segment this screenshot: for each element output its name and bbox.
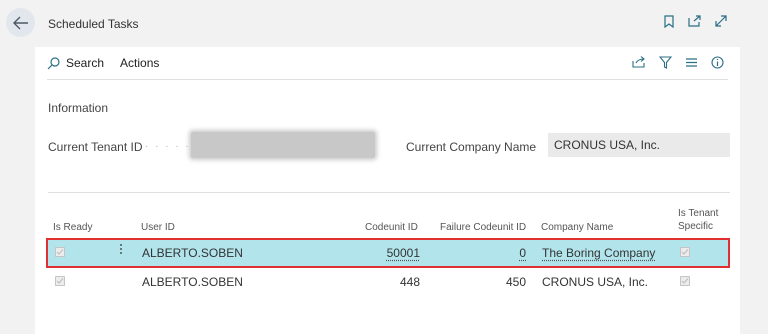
actions-menu-button[interactable]: Actions	[120, 56, 159, 70]
section-divider	[48, 192, 730, 193]
is-ready-checkbox[interactable]	[55, 276, 65, 286]
codeunit-id-cell[interactable]: 448	[378, 275, 420, 289]
is-ready-checkbox[interactable]	[55, 247, 65, 257]
search-button[interactable]: Search	[47, 56, 104, 70]
back-button[interactable]	[6, 8, 35, 37]
tenant-id-label: Current Tenant ID	[48, 140, 143, 154]
action-bar: Search Actions	[47, 47, 728, 80]
col-header-is-ready[interactable]: Is Ready	[53, 221, 92, 234]
failure-codeunit-id-cell[interactable]: 450	[478, 275, 526, 289]
table-row[interactable]: ALBERTO.SOBEN 448 450 CRONUS USA, Inc.	[48, 269, 728, 295]
user-id-cell[interactable]: ALBERTO.SOBEN	[142, 275, 243, 289]
tenant-id-value-redacted	[191, 132, 375, 158]
list-view-icon[interactable]	[684, 55, 698, 69]
codeunit-id-cell[interactable]: 50001	[378, 246, 420, 260]
is-tenant-specific-checkbox[interactable]	[680, 247, 690, 257]
info-icon[interactable]	[710, 55, 724, 69]
col-header-is-tenant-line2: Specific	[678, 221, 714, 232]
col-header-is-tenant-line1: Is Tenant	[678, 208, 719, 219]
table-row[interactable]: ALBERTO.SOBEN 50001 0 The Boring Company	[46, 238, 730, 268]
content-card: Search Actions Information Current Tenan…	[35, 47, 740, 334]
company-name-cell[interactable]: CRONUS USA, Inc.	[542, 275, 648, 289]
open-new-window-icon[interactable]	[688, 14, 702, 28]
page-title: Scheduled Tasks	[48, 17, 139, 31]
kebab-menu-icon[interactable]	[118, 244, 124, 254]
search-label: Search	[66, 56, 105, 70]
back-arrow-icon	[12, 16, 29, 30]
filter-icon[interactable]	[658, 55, 672, 69]
user-id-cell[interactable]: ALBERTO.SOBEN	[142, 246, 243, 260]
bookmark-icon[interactable]	[662, 14, 676, 28]
page-header-actions	[662, 14, 728, 28]
col-header-is-tenant-specific[interactable]: Is Tenant Specific	[678, 207, 718, 233]
expand-icon[interactable]	[714, 14, 728, 28]
col-header-failure-codeunit-id[interactable]: Failure Codeunit ID	[440, 221, 526, 234]
actions-label: Actions	[120, 56, 160, 70]
col-header-company-name[interactable]: Company Name	[541, 221, 613, 234]
failure-codeunit-id-cell[interactable]: 0	[478, 246, 526, 260]
company-name-leader-dots: ·	[534, 141, 540, 152]
col-header-codeunit-id[interactable]: Codeunit ID	[365, 221, 418, 234]
information-section-title: Information	[48, 101, 109, 115]
col-header-user-id[interactable]: User ID	[141, 221, 175, 234]
search-icon	[47, 56, 60, 70]
is-tenant-specific-checkbox[interactable]	[680, 276, 690, 286]
company-name-cell[interactable]: The Boring Company	[542, 246, 655, 260]
company-name-field: CRONUS USA, Inc.	[548, 133, 730, 157]
share-icon[interactable]	[632, 55, 646, 69]
company-name-label: Current Company Name	[406, 140, 537, 154]
